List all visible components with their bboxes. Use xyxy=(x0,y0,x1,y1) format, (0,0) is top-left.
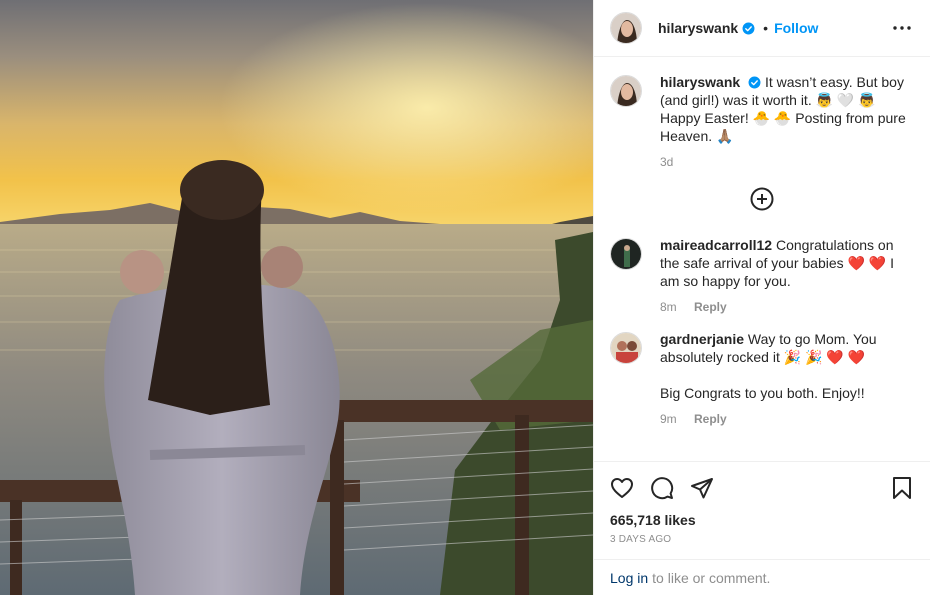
comment-item: gardnerjanie Way to go Mom. You absolute… xyxy=(610,330,914,428)
post-side-panel: hilaryswank • Follow hilaryswank It wasn… xyxy=(593,0,930,595)
post-date[interactable]: 3 DAYS AGO xyxy=(610,534,914,545)
sunset-photo xyxy=(0,0,593,595)
post-actions: 665,718 likes 3 DAYS AGO xyxy=(594,461,930,545)
commenter-avatar[interactable] xyxy=(610,332,642,364)
plus-circle-icon[interactable] xyxy=(750,187,774,214)
comments-section[interactable]: hilaryswank It wasn’t easy. But boy (and… xyxy=(594,57,930,461)
comment-meta: 8m Reply xyxy=(660,298,914,316)
comment-time[interactable]: 8m xyxy=(660,300,677,314)
reply-button[interactable]: Reply xyxy=(694,412,727,426)
comment-username[interactable]: maireadcarroll12 xyxy=(660,237,772,253)
comment-meta: 9m Reply xyxy=(660,410,914,428)
caption-time[interactable]: 3d xyxy=(660,155,673,169)
login-prompt: Log in to like or comment. xyxy=(594,559,930,595)
author-avatar[interactable] xyxy=(610,12,642,44)
comment-item: maireadcarroll12 Congratulations on the … xyxy=(610,236,914,316)
commenter-avatar[interactable] xyxy=(610,238,642,270)
comment-body: maireadcarroll12 Congratulations on the … xyxy=(660,236,914,316)
login-prompt-text: to like or comment. xyxy=(652,569,771,586)
caption-meta: 3d xyxy=(660,153,914,171)
login-link[interactable]: Log in xyxy=(610,570,648,586)
load-more-comments[interactable] xyxy=(610,187,914,214)
comment-icon[interactable] xyxy=(650,476,674,500)
verified-badge-icon xyxy=(748,75,761,89)
heart-icon[interactable] xyxy=(610,476,634,500)
likes-count[interactable]: 665,718 likes xyxy=(610,512,914,528)
author-username[interactable]: hilaryswank xyxy=(658,20,738,36)
caption-body: hilaryswank It wasn’t easy. But boy (and… xyxy=(660,73,914,171)
caption: hilaryswank It wasn’t easy. But boy (and… xyxy=(610,73,914,171)
reply-button[interactable]: Reply xyxy=(694,300,727,314)
post-header: hilaryswank • Follow xyxy=(594,0,930,57)
caption-avatar[interactable] xyxy=(610,75,642,107)
post-photo[interactable] xyxy=(0,0,593,595)
more-options-icon[interactable] xyxy=(890,16,914,40)
bookmark-icon[interactable] xyxy=(890,476,914,500)
follow-button[interactable]: Follow xyxy=(774,20,818,36)
comment-body: gardnerjanie Way to go Mom. You absolute… xyxy=(660,330,914,428)
share-icon[interactable] xyxy=(690,476,714,500)
caption-username[interactable]: hilaryswank xyxy=(660,74,740,90)
instagram-post: hilaryswank • Follow hilaryswank It wasn… xyxy=(0,0,930,595)
action-icons xyxy=(610,468,914,508)
separator-dot: • xyxy=(763,20,769,36)
comment-username[interactable]: gardnerjanie xyxy=(660,331,744,347)
comment-time[interactable]: 9m xyxy=(660,412,677,426)
verified-badge-icon xyxy=(742,22,755,35)
comment-text-continued: Big Congrats to you both. Enjoy!! xyxy=(660,385,865,401)
